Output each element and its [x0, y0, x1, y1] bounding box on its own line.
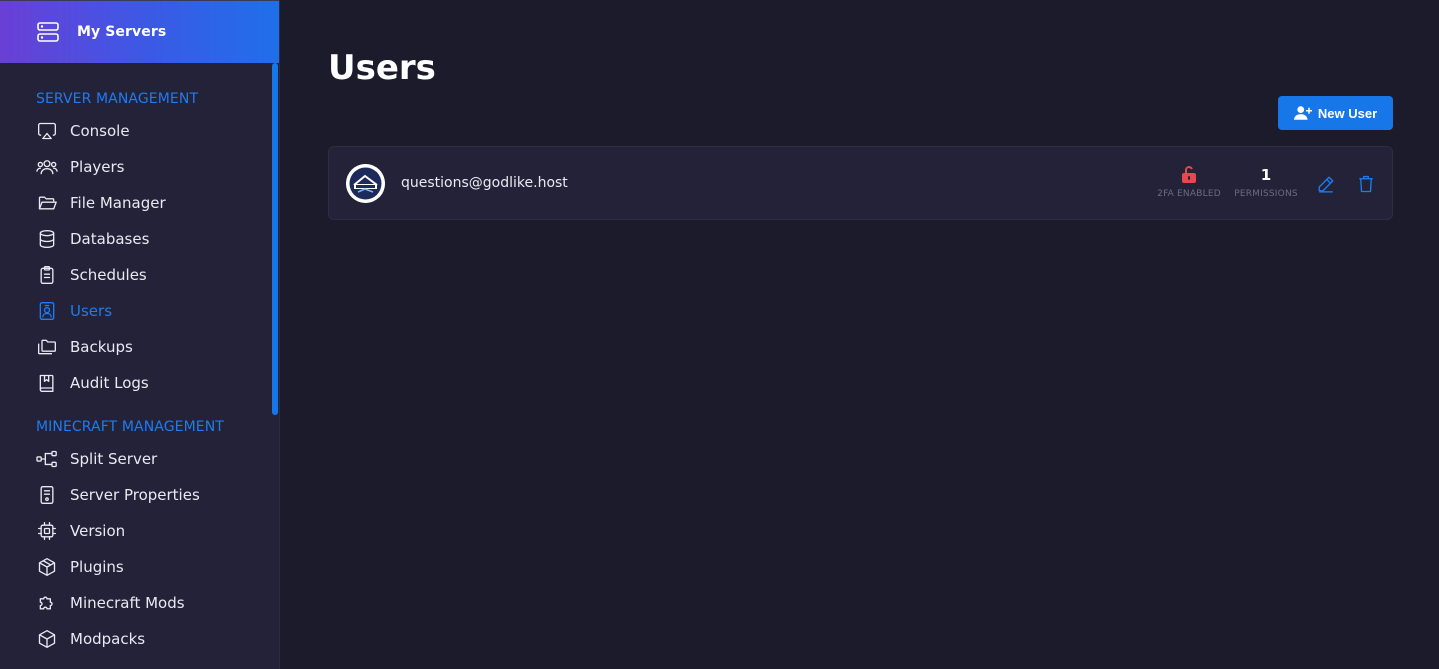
delete-user-button[interactable]	[1356, 173, 1376, 195]
trash-icon	[1357, 175, 1375, 193]
twofa-label: 2FA ENABLED	[1157, 189, 1221, 199]
sidebar-item-label: Players	[70, 158, 125, 176]
unlock-icon	[1149, 165, 1229, 185]
sidebar-item-label: Audit Logs	[70, 374, 149, 392]
user-badge-icon	[36, 300, 58, 322]
file-settings-icon	[36, 484, 58, 506]
server-management-heading: SERVER MANAGEMENT	[36, 91, 199, 107]
sidebar-item-users[interactable]: Users	[36, 299, 266, 323]
minecraft-management-heading: MINECRAFT MANAGEMENT	[36, 419, 224, 435]
sidebar-item-label: Plugins	[70, 558, 124, 576]
sidebar-item-schedules[interactable]: Schedules	[36, 263, 266, 287]
book-icon	[36, 372, 58, 394]
server-stack-icon	[36, 20, 60, 44]
user-plus-icon	[1293, 105, 1312, 121]
sidebar-item-server-properties[interactable]: Server Properties	[36, 483, 266, 507]
sidebar-item-label: File Manager	[70, 194, 166, 212]
page-title: Users	[328, 48, 436, 88]
sidebar-item-label: Backups	[70, 338, 133, 356]
sidebar-item-console[interactable]: Console	[36, 119, 266, 143]
sidebar-item-label: Server Properties	[70, 486, 200, 504]
sidebar-item-players[interactable]: Players	[36, 155, 266, 179]
chip-icon	[36, 520, 58, 542]
cube-icon	[36, 628, 58, 650]
sidebar-item-modpacks[interactable]: Modpacks	[36, 627, 266, 651]
new-user-button[interactable]: New User	[1278, 96, 1393, 130]
players-icon	[36, 156, 58, 178]
clipboard-icon	[36, 264, 58, 286]
user-email: questions@godlike.host	[401, 175, 568, 191]
edit-user-button[interactable]	[1316, 173, 1336, 195]
sidebar-item-split-server[interactable]: Split Server	[36, 447, 266, 471]
sidebar-item-label: Users	[70, 302, 113, 320]
puzzle-icon	[36, 592, 58, 614]
sidebar-item-file-manager[interactable]: File Manager	[36, 191, 266, 215]
boxes-icon	[36, 556, 58, 578]
pencil-icon	[1317, 175, 1335, 193]
console-icon	[36, 120, 58, 142]
sidebar-item-label: Databases	[70, 230, 150, 248]
split-icon	[36, 448, 58, 470]
sidebar-item-version[interactable]: Version	[36, 519, 266, 543]
sidebar-scrollbar[interactable]	[272, 63, 278, 415]
avatar	[346, 164, 385, 203]
sidebar-item-minecraft-mods[interactable]: Minecraft Mods	[36, 591, 266, 615]
folder-icon	[36, 192, 58, 214]
database-icon	[36, 228, 58, 250]
permissions-count: 1 PERMISSIONS	[1229, 165, 1303, 199]
sidebar-item-label: Console	[70, 122, 130, 140]
new-user-label: New User	[1317, 105, 1378, 121]
user-row[interactable]: questions@godlike.host 2FA ENABLED 1 PER…	[328, 146, 1393, 220]
twofa-status: 2FA ENABLED	[1149, 165, 1229, 199]
sidebar-item-label: Version	[70, 522, 126, 540]
sidebar-item-label: Minecraft Mods	[70, 594, 185, 612]
permissions-label: PERMISSIONS	[1234, 189, 1298, 199]
brand-title: My Servers	[77, 24, 167, 40]
sidebar-item-audit-logs[interactable]: Audit Logs	[36, 371, 266, 395]
sidebar-item-label: Split Server	[70, 450, 158, 468]
my-servers-link[interactable]: My Servers	[0, 0, 279, 63]
sidebar: My Servers SERVER MANAGEMENT Console Pla…	[0, 0, 280, 669]
sidebar-item-label: Modpacks	[70, 630, 146, 648]
sidebar-item-backups[interactable]: Backups	[36, 335, 266, 359]
sidebar-item-plugins[interactable]: Plugins	[36, 555, 266, 579]
sidebar-item-label: Schedules	[70, 266, 147, 284]
sidebar-item-databases[interactable]: Databases	[36, 227, 266, 251]
permissions-number: 1	[1260, 166, 1272, 184]
folders-icon	[36, 336, 58, 358]
